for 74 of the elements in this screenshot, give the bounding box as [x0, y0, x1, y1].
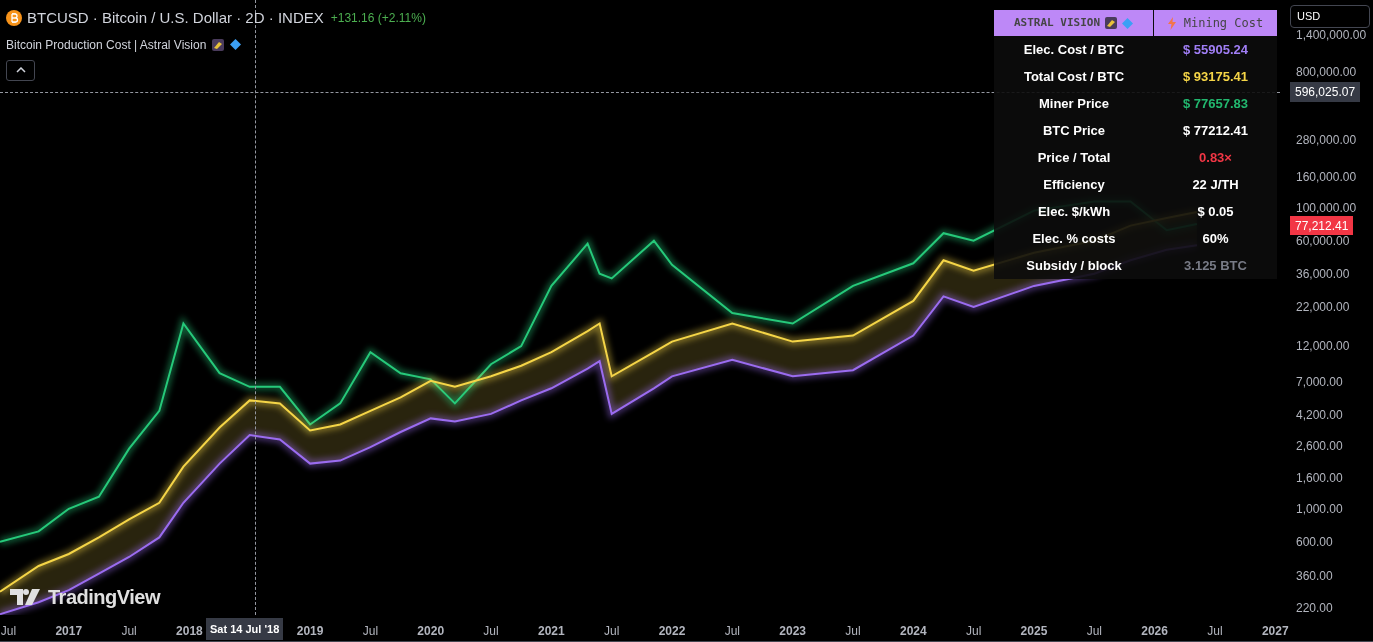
time-axis-label: Jul — [845, 623, 861, 640]
row-value: $ 55905.24 — [1181, 40, 1250, 59]
price-axis-label: 7,000.00 — [1296, 374, 1343, 389]
sparkle-icon — [1105, 17, 1118, 29]
row-value: 60% — [1201, 229, 1230, 248]
lightning-icon — [1167, 16, 1176, 30]
last-price-label: 77,212.41 — [1290, 216, 1354, 235]
row-label: Efficiency — [1042, 175, 1106, 194]
time-axis-label: 2023 — [779, 623, 806, 640]
time-axis-label: Jul — [724, 623, 740, 640]
row-label: Miner Price — [1037, 94, 1111, 113]
time-axis-label: Jul — [965, 623, 982, 640]
time-axis-label: 2019 — [296, 623, 324, 640]
crosshair-price-label: 596,025.07 — [1290, 82, 1361, 102]
price-axis-label: 12,000.00 — [1296, 339, 1350, 354]
price-axis-label: 4,200.00 — [1296, 407, 1343, 422]
time-axis-label: Jul — [604, 623, 620, 640]
price-axis-label: 60,000.00 — [1296, 234, 1350, 248]
time-axis-label: 2020 — [417, 623, 445, 640]
time-axis-label: 2026 — [1141, 623, 1168, 640]
time-axis-label: Jul — [1207, 623, 1223, 640]
time-axis-label: Jul — [362, 623, 379, 640]
time-axis-label: 2025 — [1020, 623, 1048, 640]
time-axis-label: Jul — [121, 623, 137, 640]
time-axis-label: 2024 — [899, 623, 927, 640]
price-axis-label: 36,000.00 — [1296, 267, 1350, 282]
time-axis-label: 2022 — [658, 623, 686, 640]
price-axis-label: 600.00 — [1296, 535, 1333, 550]
price-axis-label: 1,400,000.00 — [1296, 27, 1367, 42]
row-value: 0.83× — [1198, 148, 1233, 167]
time-axis-label: Jul — [483, 623, 499, 640]
diamond-icon — [1122, 17, 1134, 29]
caret-up-icon — [15, 67, 26, 73]
row-label: Elec. % costs — [1031, 229, 1117, 248]
row-value: $ 77212.41 — [1181, 121, 1250, 140]
price-axis-label: 1,000.00 — [1296, 501, 1343, 516]
row-label: Subsidy / block — [1025, 256, 1123, 275]
price-axis-label: 160,000.00 — [1296, 169, 1357, 184]
brand-name: TradingView — [48, 585, 160, 610]
symbol-title: BTCUSD · Bitcoin / U.S. Dollar · 2D · INDEX — [27, 8, 324, 28]
table-title: ASTRAL VISION — [1013, 14, 1101, 31]
time-axis-label: 2027 — [1261, 623, 1289, 640]
row-value: $ 77657.83 — [1181, 94, 1250, 113]
row-label: Price / Total — [1036, 148, 1112, 167]
price-axis-label: 360.00 — [1296, 568, 1333, 583]
price-axis-label: 1,600.00 — [1296, 471, 1343, 486]
price-axis-label: 2,600.00 — [1296, 439, 1343, 454]
time-axis-label: Jul — [0, 623, 17, 640]
row-label: Total Cost / BTC — [1022, 67, 1126, 86]
price-axis-label: 800,000.00 — [1296, 64, 1357, 79]
price-axis-label: 22,000.00 — [1296, 299, 1350, 314]
row-value: $ 93175.41 — [1181, 67, 1250, 86]
crosshair-date-label: Sat 14 Jul '18 — [206, 618, 284, 640]
collapse-button[interactable] — [6, 59, 35, 81]
diamond-icon — [230, 39, 242, 50]
indicator-name: Bitcoin Production Cost | Astral Vision — [6, 36, 207, 54]
bitcoin-icon — [6, 10, 22, 27]
sparkle-icon — [212, 38, 225, 51]
time-axis-label: Jul — [1086, 623, 1102, 640]
price-change: +131.16 (+2.11%) — [330, 10, 426, 28]
price-axis-label: 280,000.00 — [1296, 133, 1357, 148]
price-axis-label: 220.00 — [1296, 600, 1333, 615]
time-axis-label: 2018 — [176, 623, 203, 640]
row-label: BTC Price — [1041, 121, 1107, 140]
time-axis-label: 2017 — [55, 623, 83, 640]
table-title: Mining Cost — [1183, 15, 1264, 32]
row-value: 3.125 BTC — [1183, 256, 1248, 275]
time-axis-label: 2021 — [538, 623, 565, 640]
currency-button[interactable]: USD — [1290, 5, 1370, 28]
row-label: Elec. Cost / BTC — [1022, 40, 1126, 59]
row-label: Elec. $/kWh — [1036, 202, 1112, 221]
row-value: $ 0.05 — [1196, 202, 1235, 221]
row-value: 22 J/TH — [1191, 175, 1240, 194]
price-axis-label: 100,000.00 — [1296, 200, 1357, 215]
